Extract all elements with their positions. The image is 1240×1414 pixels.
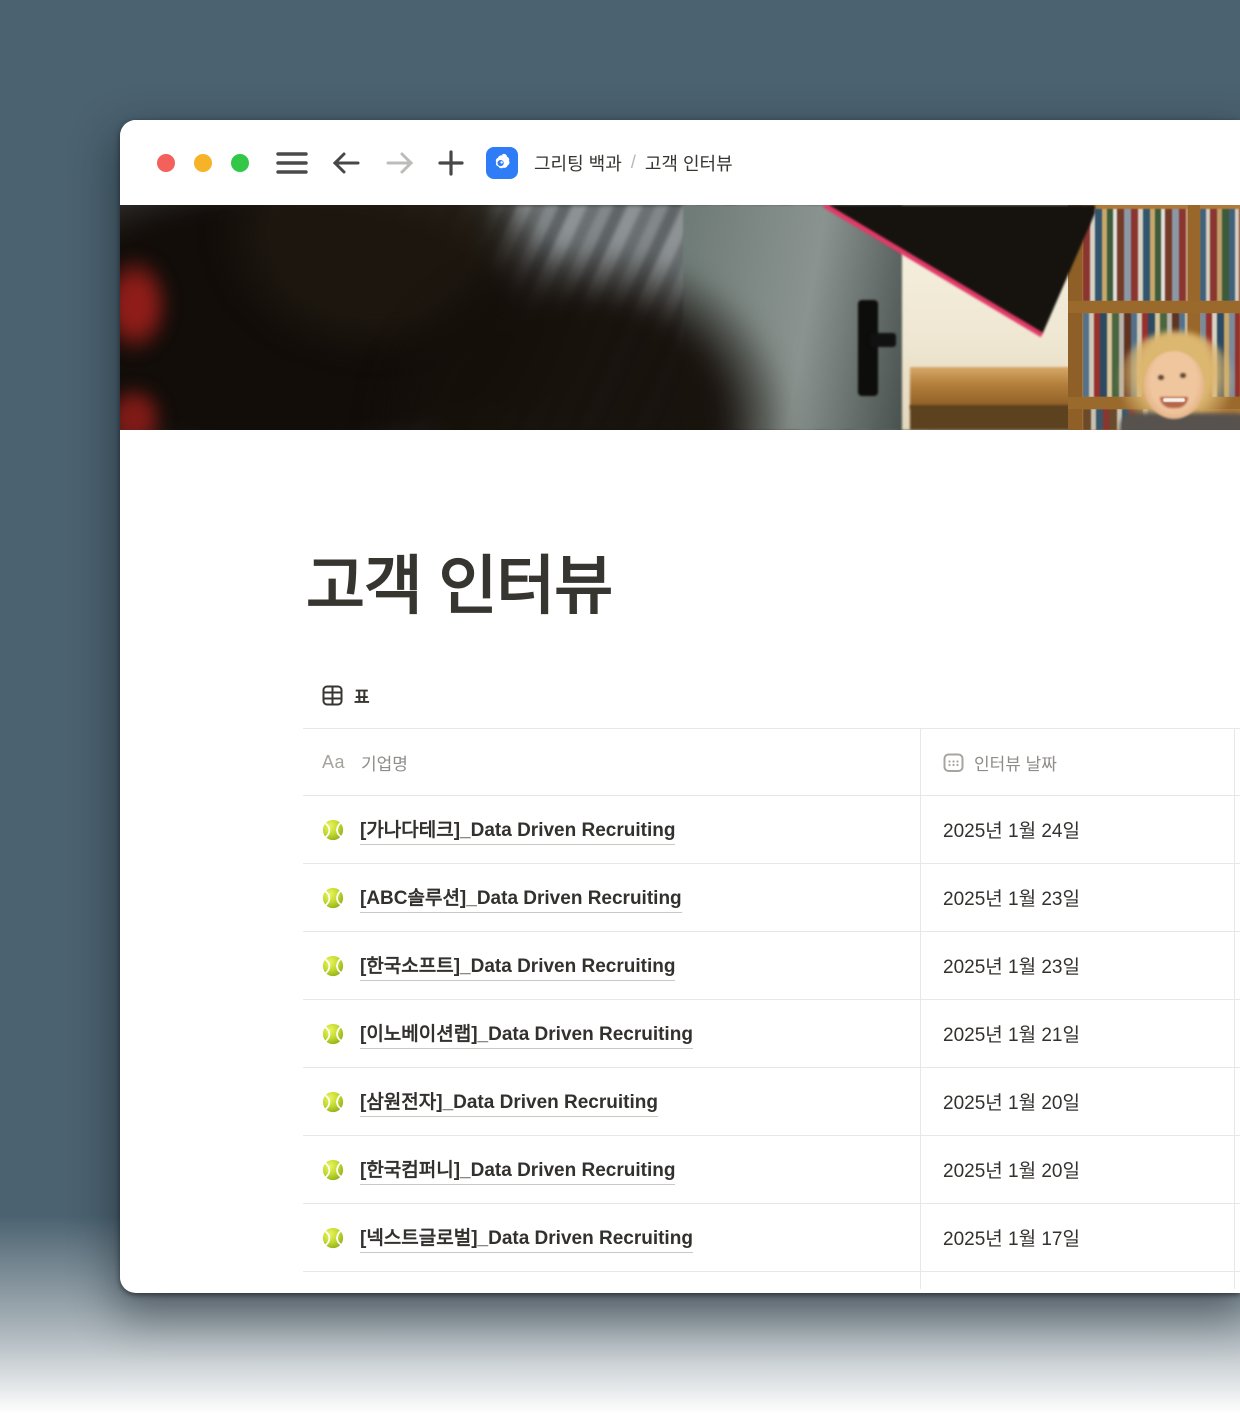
title-property-icon: Aa [322, 752, 345, 773]
interview-date[interactable]: 2025년 1월 23일 [943, 952, 1080, 979]
tennis-ball-icon [322, 819, 344, 841]
table-row-partial [303, 1272, 1240, 1289]
table-row[interactable]: [한국컴퍼니]_Data Driven Recruiting 2025년 1월 … [303, 1136, 1240, 1204]
cover-woman-face [1144, 351, 1204, 419]
interview-date[interactable]: 2025년 1월 17일 [943, 1224, 1080, 1251]
cover-books [1083, 209, 1187, 301]
tennis-ball-icon [322, 1227, 344, 1249]
cover-image[interactable] [120, 205, 1240, 430]
breadcrumb-parent[interactable]: 그리팅 백과 [534, 150, 622, 176]
tennis-ball-icon [322, 955, 344, 977]
table-header-row: Aa 기업명 인터뷰 날짜 [303, 729, 1240, 796]
cover-softbox-flag [810, 205, 1095, 347]
interview-date[interactable]: 2025년 1월 20일 [943, 1156, 1080, 1183]
interview-date[interactable]: 2025년 1월 24일 [943, 816, 1080, 843]
menu-icon[interactable] [276, 150, 308, 176]
page-link[interactable]: [ABC솔루션]_Data Driven Recruiting [360, 883, 682, 913]
tennis-ball-icon [322, 1091, 344, 1113]
interview-table: Aa 기업명 인터뷰 날짜 [303, 728, 1240, 1289]
cover-woman-eye [1180, 373, 1186, 378]
page-link[interactable]: [한국컴퍼니]_Data Driven Recruiting [360, 1155, 675, 1185]
breadcrumb-separator: / [631, 152, 636, 173]
table-row[interactable]: [삼원전자]_Data Driven Recruiting 2025년 1월 2… [303, 1068, 1240, 1136]
cover-woman-eye [1158, 375, 1164, 380]
tennis-ball-icon [322, 1023, 344, 1045]
column-header-date[interactable]: 인터뷰 날짜 [920, 729, 1235, 795]
page-link[interactable]: [가나다테크]_Data Driven Recruiting [360, 815, 675, 845]
table-row[interactable]: [가나다테크]_Data Driven Recruiting 2025년 1월 … [303, 796, 1240, 864]
close-button[interactable] [157, 154, 175, 172]
tennis-ball-icon [322, 887, 344, 909]
table-row[interactable]: [ABC솔루션]_Data Driven Recruiting 2025년 1월… [303, 864, 1240, 932]
page-link[interactable]: [한국소프트]_Data Driven Recruiting [360, 951, 675, 981]
page-link[interactable]: [삼원전자]_Data Driven Recruiting [360, 1087, 658, 1117]
forward-arrow-icon[interactable] [386, 151, 414, 175]
table-row[interactable]: [넥스트글로벌]_Data Driven Recruiting 2025년 1월… [303, 1204, 1240, 1272]
cover-dark-silhouette [370, 245, 790, 430]
titlebar: 그리팅 백과 / 고객 인터뷰 [120, 120, 1240, 205]
greeting-app-icon[interactable] [486, 147, 518, 179]
table-grid-icon [322, 685, 343, 706]
interview-date[interactable]: 2025년 1월 21일 [943, 1020, 1080, 1047]
interview-date[interactable]: 2025년 1월 20일 [943, 1088, 1080, 1115]
minimize-button[interactable] [194, 154, 212, 172]
tennis-ball-icon [322, 1159, 344, 1181]
cover-books [1200, 209, 1240, 301]
page-content: 고객 인터뷰 표 Aa 기업명 [120, 535, 1240, 1289]
new-tab-plus-icon[interactable] [438, 150, 464, 176]
page-link[interactable]: [이노베이션랩]_Data Driven Recruiting [360, 1019, 693, 1049]
breadcrumb-current[interactable]: 고객 인터뷰 [645, 150, 733, 176]
table-row[interactable]: [이노베이션랩]_Data Driven Recruiting 2025년 1월… [303, 1000, 1240, 1068]
app-window: 그리팅 백과 / 고객 인터뷰 [120, 120, 1240, 1293]
back-arrow-icon[interactable] [332, 151, 360, 175]
breadcrumb: 그리팅 백과 / 고객 인터뷰 [534, 150, 733, 176]
calendar-icon [943, 752, 964, 773]
table-row[interactable]: [한국소프트]_Data Driven Recruiting 2025년 1월 … [303, 932, 1240, 1000]
tab-table-view-label: 표 [354, 683, 370, 708]
window-controls [157, 154, 249, 172]
zoom-button[interactable] [231, 154, 249, 172]
column-header-company[interactable]: Aa 기업명 [303, 729, 920, 795]
page-title: 고객 인터뷰 [306, 535, 1240, 627]
column-header-date-label: 인터뷰 날짜 [974, 750, 1057, 775]
tab-table-view[interactable]: 표 [322, 683, 1240, 708]
cover-woman-smile [1163, 398, 1185, 402]
interview-date[interactable]: 2025년 1월 23일 [943, 884, 1080, 911]
page-link[interactable]: [넥스트글로벌]_Data Driven Recruiting [360, 1223, 693, 1253]
column-header-company-label: 기업명 [361, 750, 408, 775]
